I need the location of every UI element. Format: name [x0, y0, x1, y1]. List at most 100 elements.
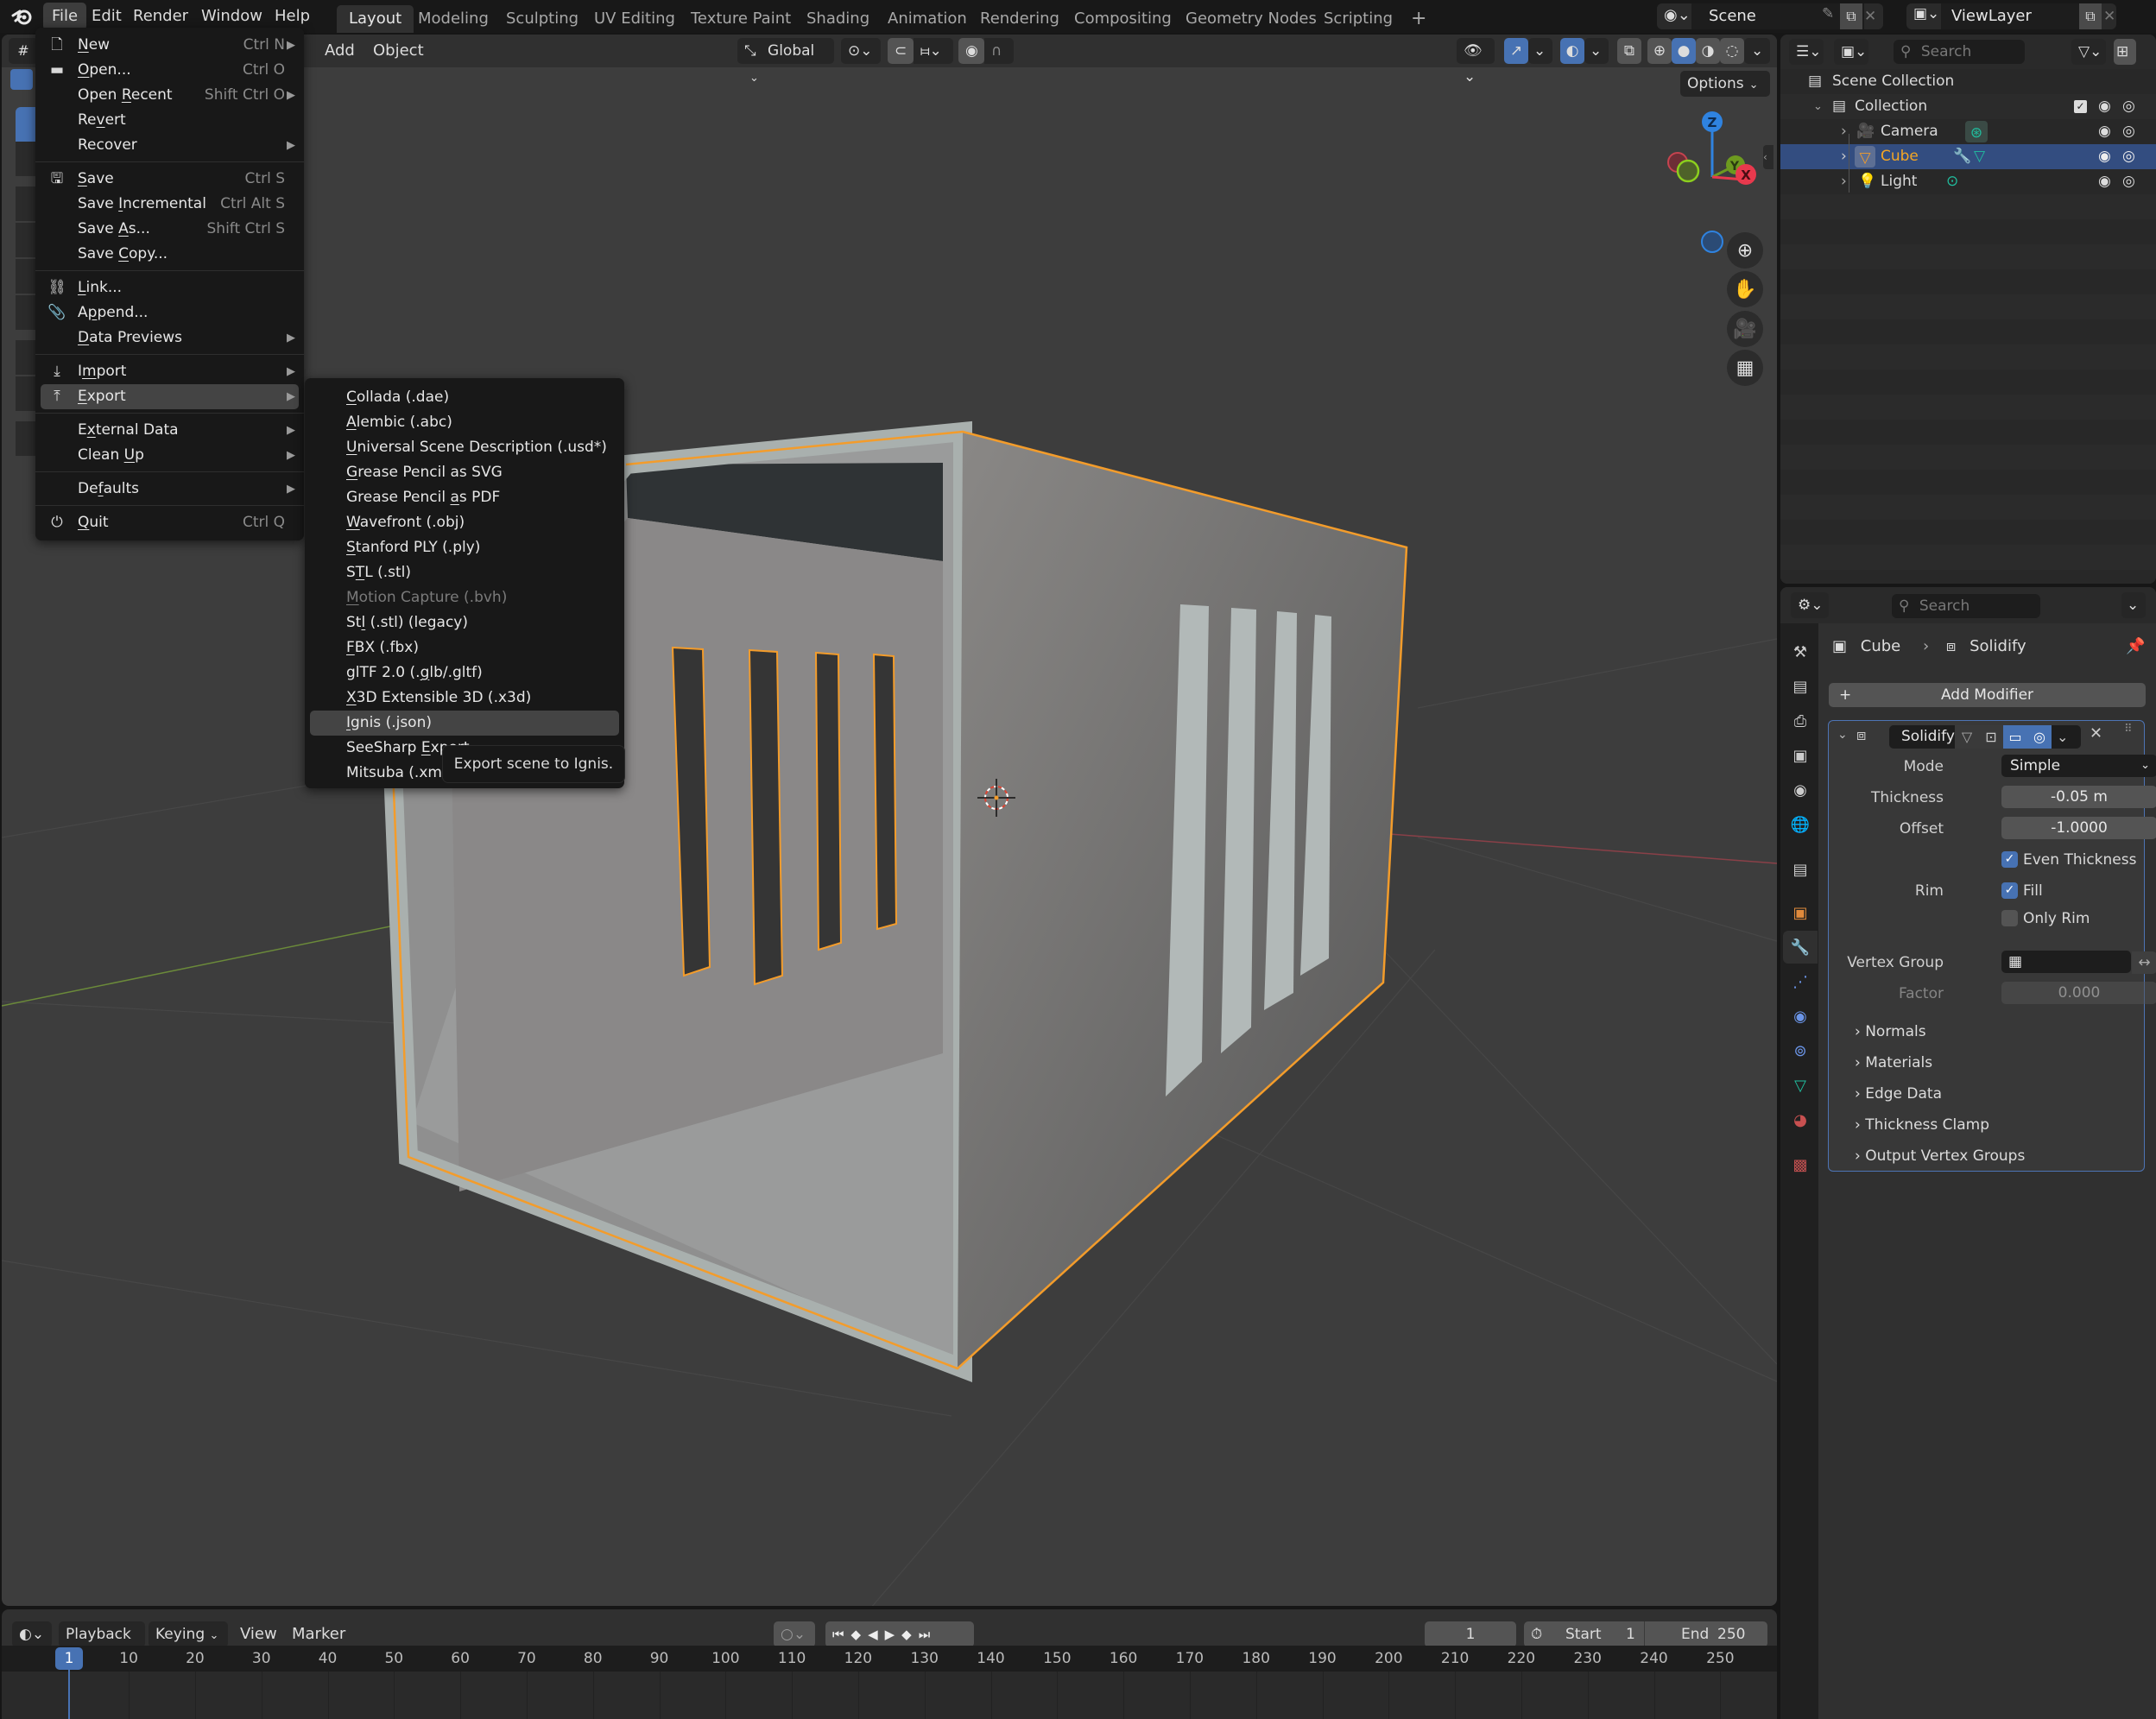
menu-file[interactable]: File: [43, 3, 87, 30]
current-frame-field[interactable]: 1: [1425, 1621, 1516, 1647]
export-item-collada-dae[interactable]: Collada (.dae): [305, 385, 624, 410]
options-dropdown[interactable]: ⌄: [2121, 592, 2146, 618]
playback-dropdown[interactable]: Playback ⌄: [59, 1621, 145, 1668]
section-output-vertex-groups[interactable]: › Output Vertex Groups: [1855, 1144, 2025, 1168]
shading-dropdown[interactable]: ⌄: [1744, 38, 1770, 64]
offset-field[interactable]: -1.0000: [2001, 817, 2156, 839]
export-item-stl-stl[interactable]: STL (.stl): [305, 560, 624, 585]
remove-modifier-icon[interactable]: ✕: [2090, 724, 2102, 743]
export-item-ignis-json[interactable]: Ignis (.json): [310, 711, 619, 736]
proportional-editing-toggle[interactable]: ◉: [958, 38, 984, 64]
scene-name[interactable]: Scene: [1709, 3, 1756, 29]
tab-texture[interactable]: ▩: [1787, 1152, 1813, 1178]
on-cage-toggle-icon[interactable]: ⊡: [1979, 725, 2003, 749]
render-camera-icon[interactable]: ◎: [2122, 144, 2135, 169]
duplicate-scene-icon[interactable]: ⧉: [1840, 3, 1862, 29]
pin-icon[interactable]: 📌: [2126, 637, 2145, 655]
tab-data[interactable]: ▽: [1787, 1072, 1813, 1098]
playhead-line[interactable]: [68, 1670, 70, 1719]
outliner-search-input[interactable]: ⚲ Search: [1894, 40, 2025, 64]
tab-sculpting[interactable]: Sculpting: [494, 5, 591, 33]
exclude-checkbox[interactable]: ✓: [2074, 100, 2087, 113]
file-menu-item-recover[interactable]: Recover ▶: [35, 133, 304, 158]
section-thickness-clamp[interactable]: › Thickness Clamp: [1855, 1113, 1989, 1137]
menu-add[interactable]: Add: [325, 38, 355, 64]
blender-logo-icon[interactable]: [10, 5, 35, 29]
modifier-name-field[interactable]: Solidify: [1901, 725, 1955, 749]
chevron-right-icon[interactable]: ›: [1841, 144, 1847, 169]
duplicate-view-layer-icon[interactable]: ⧉: [2079, 3, 2102, 29]
file-menu-item-save-incremental[interactable]: Save Incremental Ctrl Alt S: [35, 192, 304, 217]
light-data-icon[interactable]: ⊙: [1946, 169, 1958, 194]
sidebar-toggle[interactable]: ‹: [1763, 145, 1773, 169]
editor-type-dropdown[interactable]: ⚙⌄: [1791, 592, 1829, 618]
chevron-right-icon[interactable]: ›: [1841, 119, 1847, 144]
outliner-row-light[interactable]: › 💡 Light ⊙ ◉ ◎: [1780, 169, 2156, 194]
tab-compositing[interactable]: Compositing: [1062, 5, 1184, 33]
tab-render[interactable]: ▤: [1787, 673, 1813, 699]
modifier-menu-dropdown[interactable]: ⌄: [2057, 725, 2068, 749]
tab-view-layer[interactable]: ▣: [1787, 743, 1813, 768]
wireframe-shading-button[interactable]: ⊕: [1647, 38, 1672, 64]
export-item-stl-stl-legacy[interactable]: Stl (.stl) (legacy): [305, 610, 624, 635]
export-item-gltf-2-0-glb-gltf[interactable]: glTF 2.0 (.glb/.gltf): [305, 660, 624, 686]
play-button[interactable]: ▶: [885, 1627, 902, 1642]
end-frame-field[interactable]: 250: [1717, 1621, 1745, 1647]
tab-layout[interactable]: Layout: [337, 5, 414, 33]
pin-icon[interactable]: ✎: [1822, 5, 1834, 22]
prev-keyframe-button[interactable]: ◆: [851, 1627, 869, 1642]
outliner-row-camera[interactable]: › 🎥 Camera ⊛ ◉ ◎: [1780, 119, 2156, 144]
file-menu-item-clean-up[interactable]: Clean Up ▶: [35, 443, 304, 468]
tab-texture-paint[interactable]: Texture Paint: [679, 5, 803, 33]
keying-dropdown[interactable]: Keying ⌄: [149, 1621, 228, 1647]
tab-modeling[interactable]: Modeling: [406, 5, 501, 33]
eye-icon[interactable]: ◉: [2098, 94, 2111, 119]
export-item-grease-pencil-as-svg[interactable]: Grease Pencil as SVG: [305, 460, 624, 485]
add-workspace-button[interactable]: +: [1399, 5, 1438, 33]
selectability-visibility-dropdown[interactable]: 👁⌄: [1457, 38, 1495, 85]
jump-start-button[interactable]: ⏮: [832, 1627, 851, 1642]
outliner-row-collection[interactable]: ⌄ ▤ Collection ✓ ◉ ◎: [1780, 94, 2156, 119]
tab-shading[interactable]: Shading: [794, 5, 882, 33]
snap-toggle[interactable]: ⊂: [888, 38, 914, 64]
transform-orientation-dropdown[interactable]: ⤡ Global ⌄: [737, 38, 834, 85]
gizmo-dropdown[interactable]: ⌄: [1528, 38, 1552, 64]
tab-constraints[interactable]: ⊚: [1787, 1038, 1813, 1064]
section-edge-data[interactable]: › Edge Data: [1855, 1082, 1942, 1106]
scene-icon[interactable]: ◉⌄: [1664, 6, 1691, 24]
tab-uv-editing[interactable]: UV Editing: [582, 5, 687, 33]
rendered-shading-button[interactable]: ◌: [1720, 38, 1744, 64]
eye-icon[interactable]: ◉: [2098, 119, 2111, 144]
new-collection-button[interactable]: ⊞: [2114, 39, 2136, 65]
tab-world[interactable]: 🌐: [1787, 812, 1813, 837]
tab-animation[interactable]: Animation: [876, 5, 979, 33]
menu-marker[interactable]: Marker: [292, 1621, 345, 1647]
camera-view-button[interactable]: 🎥: [1727, 311, 1763, 347]
chevron-down-icon[interactable]: ⌄: [1813, 94, 1823, 119]
export-item-fbx-fbx[interactable]: FBX (.fbx): [305, 635, 624, 660]
file-menu-item-append[interactable]: 📎 Append...: [35, 300, 304, 325]
tab-output[interactable]: ⎙: [1787, 708, 1813, 734]
file-menu-item-import[interactable]: ⤓ Import ▶: [35, 359, 304, 384]
zoom-view-button[interactable]: ⊕: [1727, 232, 1763, 269]
file-menu-item-quit[interactable]: ⏻ Quit Ctrl Q: [35, 510, 304, 535]
tab-geometry-nodes[interactable]: Geometry Nodes: [1173, 5, 1329, 33]
file-menu-item-open-recent[interactable]: Open Recent Shift Ctrl O ▶: [35, 83, 304, 108]
pan-view-button[interactable]: ✋: [1727, 271, 1763, 307]
export-item-grease-pencil-as-pdf[interactable]: Grease Pencil as PDF: [305, 485, 624, 510]
properties-search-input[interactable]: ⚲ Search: [1892, 594, 2040, 618]
pivot-point-dropdown[interactable]: ⊙⌄: [841, 38, 881, 64]
mesh-data-icon[interactable]: ▽: [1974, 144, 1985, 169]
outliner-row-cube[interactable]: › ▽ Cube 🔧 ▽ ◉ ◎: [1780, 144, 2156, 169]
realtime-display-toggle-icon[interactable]: ▭: [2003, 725, 2027, 749]
overlays-dropdown[interactable]: ⌄: [1584, 38, 1609, 64]
view-layer-filter-dropdown[interactable]: ▣⌄: [1834, 39, 1868, 65]
tab-collection[interactable]: ▤: [1787, 856, 1813, 882]
tab-physics[interactable]: ◉: [1787, 1003, 1813, 1029]
export-item-universal-scene-description-usd[interactable]: Universal Scene Description (.usd*): [305, 435, 624, 460]
tab-object[interactable]: ▣: [1787, 900, 1813, 926]
section-normals[interactable]: › Normals: [1855, 1020, 1926, 1044]
file-menu-item-open[interactable]: ▬ Open... Ctrl O: [35, 58, 304, 83]
invert-vertex-group-button[interactable]: ↔: [2132, 951, 2156, 974]
factor-field[interactable]: 0.000: [2001, 982, 2156, 1004]
